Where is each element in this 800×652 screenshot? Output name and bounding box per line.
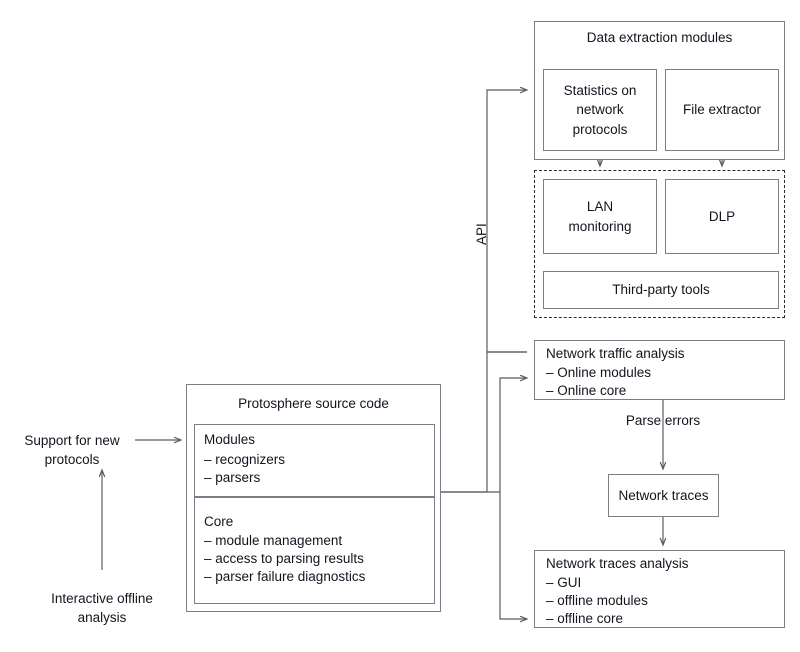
- diagram-canvas: Data extraction modules Statistics on ne…: [0, 0, 800, 652]
- network-traffic-analysis-item-0: – Online modules: [546, 365, 652, 380]
- interactive-offline-analysis-label: Interactive offline analysis: [51, 590, 153, 625]
- protosphere-modules-heading: Modules: [204, 432, 256, 447]
- protosphere-core-item-1: – access to parsing results: [204, 551, 364, 566]
- lan-monitoring-label: LAN monitoring: [568, 199, 632, 234]
- network-traffic-analysis-heading: Network traffic analysis: [546, 346, 685, 361]
- wire-protosphere-to-traces-analysis: [499, 492, 527, 619]
- api-edge-label: API: [474, 223, 489, 245]
- network-traces-analysis-item-2: – offline core: [546, 611, 624, 626]
- protosphere-source-code-title: Protosphere source code: [238, 396, 389, 411]
- support-for-new-protocols-label: Support for new protocols: [24, 432, 120, 467]
- network-traces-analysis-item-1: – offline modules: [546, 593, 648, 608]
- protosphere-modules-item-1: – parsers: [204, 470, 261, 485]
- file-extractor-label: File extractor: [682, 102, 762, 118]
- parse-errors-label: Parse errors: [625, 413, 701, 429]
- wire-api-to-extraction: [441, 90, 527, 493]
- network-traces-analysis-item-0: – GUI: [546, 575, 582, 590]
- protosphere-core-item-2: – parser failure diagnostics: [204, 569, 366, 584]
- protosphere-modules-item-0: – recognizers: [204, 452, 286, 467]
- protosphere-core-heading: Core: [204, 514, 234, 529]
- third-party-tools-label: Third-party tools: [612, 282, 710, 298]
- statistics-on-network-protocols-label: Statistics on network protocols: [563, 83, 637, 137]
- protosphere-core-item-0: – module management: [204, 533, 343, 548]
- network-traces-analysis-heading: Network traces analysis: [546, 556, 689, 571]
- network-traces-label: Network traces: [618, 487, 709, 503]
- dlp-label: DLP: [708, 208, 736, 224]
- network-traffic-analysis-item-1: – Online core: [546, 383, 627, 398]
- data-extraction-modules-title: Data extraction modules: [586, 30, 733, 45]
- wire-protosphere-to-traffic: [499, 378, 527, 492]
